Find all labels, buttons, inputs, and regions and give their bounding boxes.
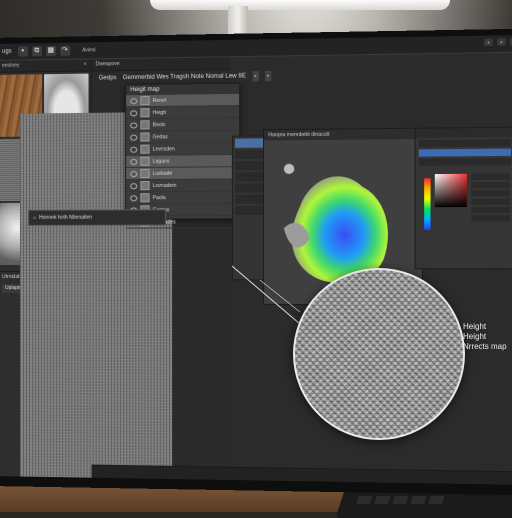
callout-line-3: Nrrects map bbox=[463, 342, 507, 352]
callout-line-1: Height bbox=[463, 322, 486, 332]
magnifier-zoom bbox=[293, 268, 465, 440]
callout-pointer bbox=[0, 0, 512, 512]
callout-line-2: Height bbox=[463, 332, 486, 342]
